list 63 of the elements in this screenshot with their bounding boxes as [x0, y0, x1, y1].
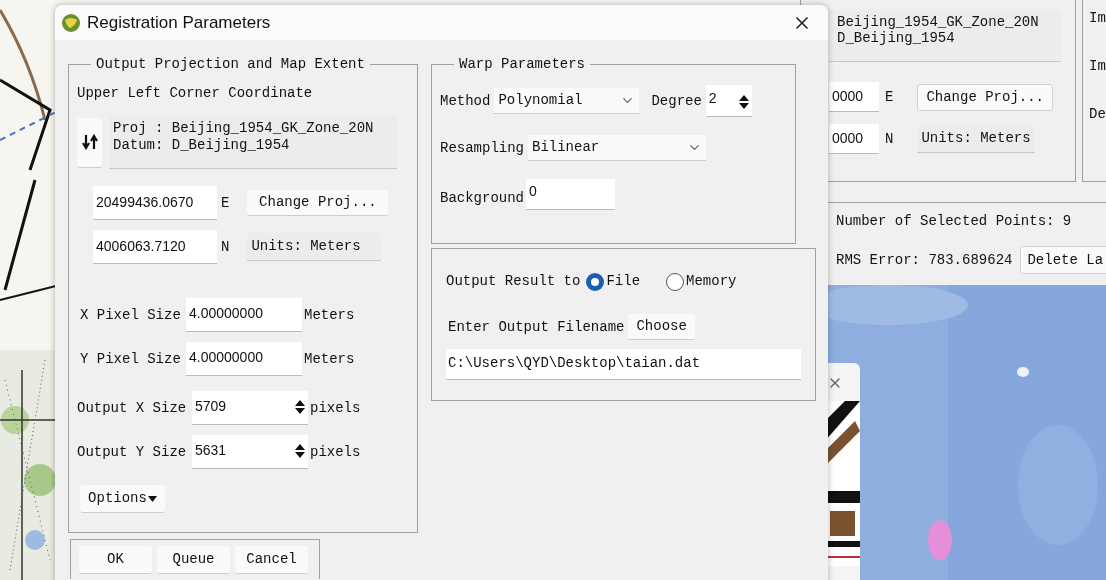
field-label: Method: [440, 91, 491, 111]
radio-button[interactable]: [586, 272, 605, 291]
group-title: Output Projection and Map Extent: [95, 55, 366, 74]
pixel-size-field[interactable]: 4.00000000: [186, 298, 302, 332]
section-heading: Upper Left Corner Coordinate: [77, 84, 314, 103]
field-label: Degree: [651, 91, 702, 111]
easting-field[interactable]: 0000: [829, 82, 879, 112]
unit-label: Meters: [304, 349, 355, 369]
dialog-button[interactable]: OK: [79, 546, 152, 574]
change-projection-button[interactable]: Change Proj...: [917, 83, 1054, 111]
northing-field[interactable]: 4006063.7120: [93, 230, 217, 264]
field-label: Y Pixel Size: [80, 349, 182, 369]
radio-option[interactable]: Memory: [666, 271, 737, 292]
projection-info: Proj : Beijing_1954_GK_Zone_20N Datum: D_Beijing_1954: [109, 116, 397, 169]
spinner-arrows-icon[interactable]: [294, 398, 306, 416]
caret-icon: [147, 495, 157, 502]
spinner-arrows-icon[interactable]: [737, 93, 750, 111]
globe-icon: [61, 12, 81, 33]
units-label: Units: Meters: [917, 125, 1035, 153]
size-spinbox[interactable]: 5709: [192, 391, 308, 425]
field-label: Background: [440, 189, 524, 208]
easting-unit: E: [885, 87, 894, 107]
unit-label: Meters: [304, 305, 355, 325]
side-label: Im: [1089, 9, 1106, 28]
group-title: Warp Parameters: [458, 55, 587, 74]
options-button[interactable]: Options: [80, 485, 165, 513]
unit-label: pixels: [310, 442, 361, 462]
radio-option[interactable]: File: [586, 271, 641, 292]
change-projection-button[interactable]: Change Proj...: [247, 190, 389, 216]
resampling-select[interactable]: Bilinear: [528, 135, 706, 161]
window-title: Registration Parameters: [87, 11, 271, 34]
field-label: X Pixel Size: [80, 305, 182, 325]
northing-field[interactable]: 0000: [829, 124, 879, 154]
background-field[interactable]: 0: [526, 179, 615, 210]
field-label: Resampling: [440, 138, 524, 158]
swap-button[interactable]: [77, 117, 102, 168]
field-label: Output Y Size: [77, 442, 188, 462]
projection-info: Beijing_1954_GK_Zone_20N D_Beijing_1954: [829, 10, 1061, 62]
method-select[interactable]: Polynomial: [494, 88, 640, 114]
selected-points-count: Number of Selected Points: 9: [836, 212, 1073, 231]
swap-arrows-icon: [81, 134, 98, 150]
field-label: Output X Size: [77, 398, 188, 418]
field-label: Enter Output Filename: [448, 317, 625, 337]
easting-field[interactable]: 20499436.0670: [93, 186, 217, 220]
rms-error: RMS Error: 783.689624: [836, 250, 1013, 270]
radio-button[interactable]: [666, 272, 685, 291]
delete-button[interactable]: Delete La: [1020, 246, 1106, 274]
filename-field[interactable]: C:\Users\QYD\Desktop\taian.dat: [446, 349, 801, 380]
size-spinbox[interactable]: 5631: [192, 435, 308, 469]
field-label: Output Result to: [446, 272, 581, 291]
spinner-arrows-icon[interactable]: [294, 442, 306, 460]
easting-unit: E: [221, 193, 230, 213]
northing-unit: N: [221, 237, 230, 257]
pixel-size-field[interactable]: 4.00000000: [186, 342, 302, 376]
units-label: Units: Meters: [247, 233, 382, 261]
side-label: De: [1089, 105, 1106, 124]
dialog-button[interactable]: Cancel: [235, 546, 308, 574]
northing-unit: N: [885, 129, 894, 149]
dialog-button[interactable]: Queue: [157, 546, 230, 574]
choose-button[interactable]: Choose: [628, 314, 695, 340]
unit-label: pixels: [310, 398, 361, 418]
degree-spinbox[interactable]: 2: [705, 85, 752, 117]
side-label: Im: [1089, 57, 1106, 76]
